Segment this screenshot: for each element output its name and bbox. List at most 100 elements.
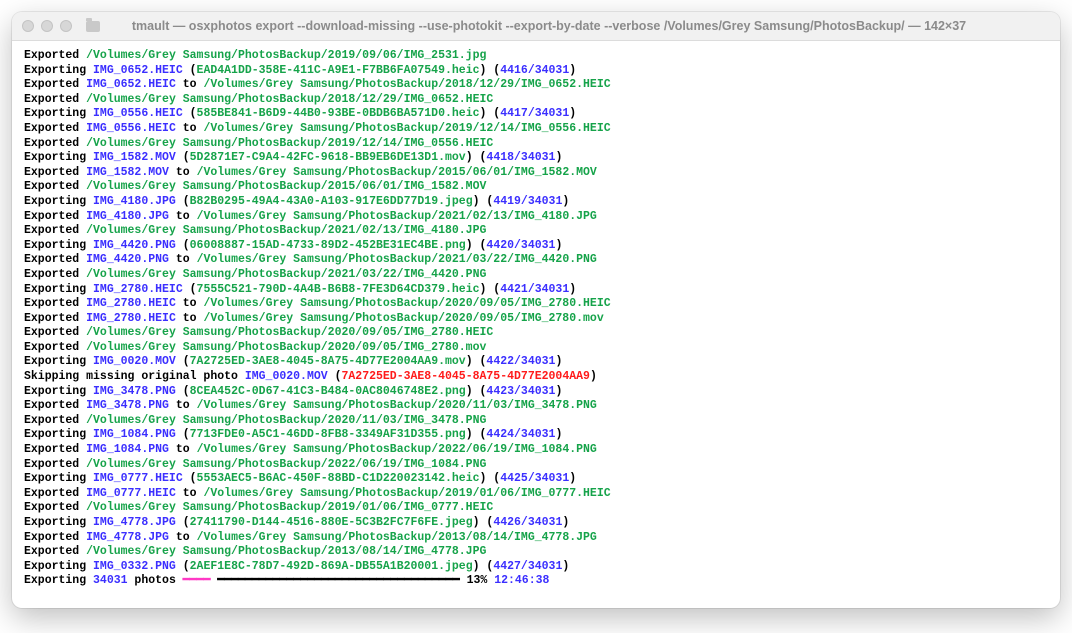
terminal-text: Exported <box>24 399 86 412</box>
terminal-text: Exporting <box>24 151 93 164</box>
terminal-line: Exported IMG_0652.HEIC to /Volumes/Grey … <box>24 78 1048 93</box>
terminal-text: Exported <box>24 137 86 150</box>
terminal-text: IMG_0020.MOV <box>245 370 328 383</box>
terminal-text: /Volumes/Grey Samsung/PhotosBackup/2021/… <box>86 224 486 237</box>
terminal-text: IMG_0777.HEIC <box>93 472 183 485</box>
terminal-line: Exporting IMG_4778.JPG (27411790-D144-45… <box>24 516 1048 531</box>
terminal-text: /Volumes/Grey Samsung/PhotosBackup/2020/… <box>197 399 597 412</box>
terminal-text: Exported <box>24 487 86 500</box>
terminal-line: Exported /Volumes/Grey Samsung/PhotosBac… <box>24 224 1048 239</box>
terminal-text: ) <box>569 107 576 120</box>
terminal-line: Exported IMG_4778.JPG to /Volumes/Grey S… <box>24 531 1048 546</box>
terminal-text: IMG_0777.HEIC <box>86 487 176 500</box>
terminal-text: ) <box>590 370 597 383</box>
terminal-text: Exporting <box>24 239 93 252</box>
terminal-line: Exporting IMG_3478.PNG (8CEA452C-0D67-41… <box>24 385 1048 400</box>
terminal-text: 5D2871E7-C9A4-42FC-9618-BB9EB6DE13D1.mov <box>190 151 466 164</box>
terminal-text: /Volumes/Grey Samsung/PhotosBackup/2019/… <box>203 122 610 135</box>
terminal-line: Exporting IMG_0652.HEIC (EAD4A1DD-358E-4… <box>24 64 1048 79</box>
terminal-text: 7A2725ED-3AE8-4045-8A75-4D77E2004AA9.mov <box>190 355 466 368</box>
terminal-text: 4418/34031 <box>486 151 555 164</box>
terminal-text: /Volumes/Grey Samsung/PhotosBackup/2019/… <box>203 487 610 500</box>
terminal-line: Exported IMG_0777.HEIC to /Volumes/Grey … <box>24 487 1048 502</box>
terminal-text: 4419/34031 <box>493 195 562 208</box>
window-title: tmault — osxphotos export --download-mis… <box>48 19 1050 33</box>
terminal-line: Exported /Volumes/Grey Samsung/PhotosBac… <box>24 501 1048 516</box>
terminal-text: IMG_1084.PNG <box>93 428 176 441</box>
terminal-text: IMG_3478.PNG <box>86 399 169 412</box>
terminal-line: Exported IMG_3478.PNG to /Volumes/Grey S… <box>24 399 1048 414</box>
terminal-line: Exporting IMG_2780.HEIC (7555C521-790D-4… <box>24 283 1048 298</box>
terminal-text: ) <box>555 239 562 252</box>
terminal-text: Skipping missing original photo <box>24 370 245 383</box>
terminal-line: Exported IMG_2780.HEIC to /Volumes/Grey … <box>24 312 1048 327</box>
terminal-line: Exported /Volumes/Grey Samsung/PhotosBac… <box>24 326 1048 341</box>
terminal-text: ) <box>562 195 569 208</box>
terminal-text: to <box>169 253 197 266</box>
terminal-text: photos <box>128 574 183 587</box>
terminal-text: ) ( <box>466 239 487 252</box>
terminal-text: IMG_4420.PNG <box>93 239 176 252</box>
terminal-text: IMG_4180.JPG <box>93 195 176 208</box>
terminal-text: ) ( <box>480 283 501 296</box>
terminal-text: ) <box>555 428 562 441</box>
terminal-text: /Volumes/Grey Samsung/PhotosBackup/2013/… <box>197 531 597 544</box>
terminal-text: /Volumes/Grey Samsung/PhotosBackup/2018/… <box>203 78 610 91</box>
terminal-text: 4420/34031 <box>486 239 555 252</box>
terminal-line: Exporting IMG_4420.PNG (06008887-15AD-47… <box>24 239 1048 254</box>
terminal-text: IMG_3478.PNG <box>93 385 176 398</box>
terminal-line: Exported /Volumes/Grey Samsung/PhotosBac… <box>24 180 1048 195</box>
terminal-text: IMG_0652.HEIC <box>86 78 176 91</box>
terminal-line: Exported /Volumes/Grey Samsung/PhotosBac… <box>24 49 1048 64</box>
terminal-text: ( <box>176 516 190 529</box>
terminal-line: Exporting IMG_1582.MOV (5D2871E7-C9A4-42… <box>24 151 1048 166</box>
terminal-line: Exported IMG_1582.MOV to /Volumes/Grey S… <box>24 166 1048 181</box>
terminal-text: 4417/34031 <box>500 107 569 120</box>
progress-eta: 12:46:38 <box>494 574 549 587</box>
terminal-text: IMG_4180.JPG <box>86 210 169 223</box>
terminal-text: ) <box>569 283 576 296</box>
terminal-line: Exported /Volumes/Grey Samsung/PhotosBac… <box>24 414 1048 429</box>
terminal-text: Exported <box>24 414 86 427</box>
terminal-line: Exported /Volumes/Grey Samsung/PhotosBac… <box>24 458 1048 473</box>
terminal-text: ) <box>562 516 569 529</box>
terminal-text: ) ( <box>466 428 487 441</box>
terminal-text: Exported <box>24 253 86 266</box>
terminal-line: Exported IMG_4420.PNG to /Volumes/Grey S… <box>24 253 1048 268</box>
terminal-text: Exporting <box>24 107 93 120</box>
terminal-text: to <box>176 122 204 135</box>
terminal-text: to <box>169 531 197 544</box>
terminal-text: /Volumes/Grey Samsung/PhotosBackup/2018/… <box>86 93 493 106</box>
close-icon[interactable] <box>22 20 34 32</box>
terminal-text: Exporting <box>24 574 93 587</box>
terminal-line: Exported IMG_2780.HEIC to /Volumes/Grey … <box>24 297 1048 312</box>
terminal-text: Exported <box>24 268 86 281</box>
terminal-output[interactable]: Exported /Volumes/Grey Samsung/PhotosBac… <box>12 41 1060 599</box>
terminal-text: /Volumes/Grey Samsung/PhotosBackup/2020/… <box>203 312 603 325</box>
terminal-text: /Volumes/Grey Samsung/PhotosBackup/2019/… <box>86 49 486 62</box>
terminal-text: to <box>176 297 204 310</box>
terminal-text: IMG_0652.HEIC <box>93 64 183 77</box>
terminal-text: 7A2725ED-3AE8-4045-8A75-4D77E2004AA9 <box>341 370 589 383</box>
terminal-text: B82B0295-49A4-43A0-A103-917E6DD77D19.jpe… <box>190 195 473 208</box>
terminal-text: IMG_0556.HEIC <box>93 107 183 120</box>
terminal-text: IMG_1582.MOV <box>86 166 169 179</box>
terminal-text: ( <box>176 428 190 441</box>
terminal-text: Exported <box>24 297 86 310</box>
titlebar[interactable]: tmault — osxphotos export --download-mis… <box>12 12 1060 41</box>
terminal-text: Exported <box>24 501 86 514</box>
terminal-text: EAD4A1DD-358E-411C-A9E1-F7BB6FA07549.hei… <box>197 64 480 77</box>
terminal-text: IMG_0332.PNG <box>93 560 176 573</box>
terminal-text: Exporting <box>24 385 93 398</box>
terminal-text: IMG_1582.MOV <box>93 151 176 164</box>
terminal-text: Exporting <box>24 64 93 77</box>
terminal-line: Exported /Volumes/Grey Samsung/PhotosBac… <box>24 268 1048 283</box>
terminal-window: tmault — osxphotos export --download-mis… <box>12 12 1060 608</box>
terminal-text: ( <box>176 560 190 573</box>
terminal-text: IMG_4778.JPG <box>86 531 169 544</box>
terminal-text: 4426/34031 <box>493 516 562 529</box>
terminal-line: Exporting IMG_0777.HEIC (5553AEC5-B6AC-4… <box>24 472 1048 487</box>
terminal-text: 585BE841-B6D9-44B0-93BE-0BDB6BA571D0.hei… <box>197 107 480 120</box>
terminal-text: /Volumes/Grey Samsung/PhotosBackup/2022/… <box>86 458 486 471</box>
terminal-text: to <box>169 210 197 223</box>
